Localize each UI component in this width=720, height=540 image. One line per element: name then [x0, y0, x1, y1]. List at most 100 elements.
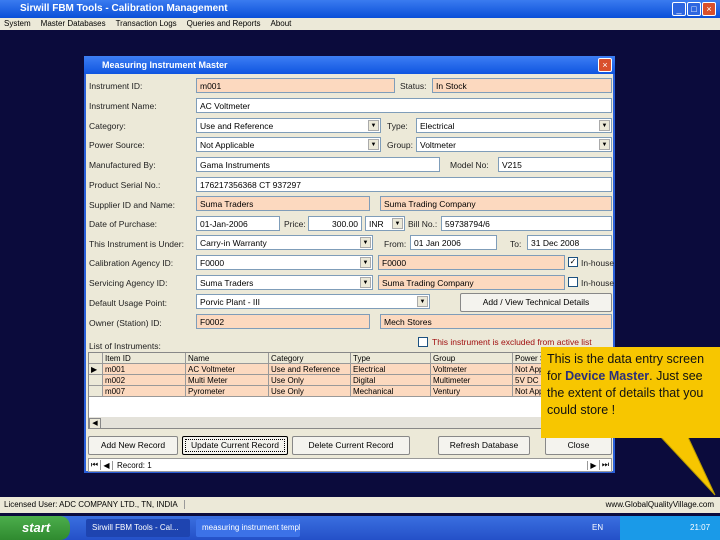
label-servicing-agency: Servicing Agency ID: [89, 278, 168, 288]
minimize-button[interactable]: _ [672, 2, 686, 16]
license-text: Licensed User: ADC COMPANY LTD., TN, IND… [4, 500, 185, 509]
cell: m002 [103, 375, 186, 386]
group-select[interactable]: Voltmeter ▼ [416, 137, 612, 152]
menu-queries-reports[interactable]: Queries and Reports [187, 19, 261, 29]
close-window-button[interactable]: × [702, 2, 716, 16]
bill-no-input[interactable]: 59738794/6 [441, 216, 612, 231]
supplier-id-input[interactable]: Suma Traders [196, 196, 370, 211]
supplier-name-input[interactable]: Suma Trading Company [380, 196, 612, 211]
dialog-close-button[interactable]: × [598, 58, 612, 72]
col-group[interactable]: Group [431, 353, 513, 364]
calibration-inhouse-checkbox[interactable]: ✓ [568, 257, 578, 267]
col-item-id[interactable]: Item ID [103, 353, 186, 364]
chevron-down-icon[interactable]: ▼ [599, 139, 610, 150]
table-row[interactable]: m007 Pyrometer Use Only Mechanical Ventu… [89, 386, 611, 397]
currency-select[interactable]: INR ▼ [365, 216, 405, 231]
cell: Ventury [431, 386, 513, 397]
callout-bold: Device Master [565, 369, 650, 383]
row-selector-icon[interactable]: ▶ [89, 364, 103, 375]
servicing-agency-select[interactable]: Suma Traders ▼ [196, 275, 373, 290]
cell: m007 [103, 386, 186, 397]
table-row[interactable]: m002 Multi Meter Use Only Digital Multim… [89, 375, 611, 386]
cell: Multimeter [431, 375, 513, 386]
label-instrument-name: Instrument Name: [89, 101, 157, 111]
label-instrument-id: Instrument ID: [89, 81, 143, 91]
language-indicator[interactable]: EN [592, 523, 603, 532]
type-select[interactable]: Electrical ▼ [416, 118, 612, 133]
taskbar: start Sirwill FBM Tools - Cal... measuri… [0, 516, 720, 540]
warranty-select[interactable]: Carry-in Warranty ▼ [196, 235, 373, 250]
from-date-input[interactable]: 01 Jan 2006 [410, 235, 497, 250]
cell: Voltmeter [431, 364, 513, 375]
website-text: www.GlobalQualityVillage.com [605, 500, 714, 509]
taskbar-item-sirwill[interactable]: Sirwill FBM Tools - Cal... [86, 519, 190, 537]
col-name[interactable]: Name [186, 353, 269, 364]
menu-system[interactable]: System [4, 19, 31, 29]
power-source-select[interactable]: Not Applicable ▼ [196, 137, 381, 152]
add-new-record-button[interactable]: Add New Record [88, 436, 178, 455]
menu-transaction-logs[interactable]: Transaction Logs [116, 19, 177, 29]
owner-name-input[interactable]: Mech Stores [380, 314, 612, 329]
chevron-down-icon[interactable]: ▼ [417, 296, 428, 307]
calibration-agency-name: F0000 [378, 255, 565, 270]
label-owner: Owner (Station) ID: [89, 318, 162, 328]
instrument-name-input[interactable]: AC Voltmeter [196, 98, 612, 113]
label-under: This Instrument is Under: [89, 239, 184, 249]
maximize-button[interactable]: □ [687, 2, 701, 16]
chevron-down-icon[interactable]: ▼ [599, 120, 610, 131]
menu-master-databases[interactable]: Master Databases [41, 19, 106, 29]
servicing-agency-name: Suma Trading Company [378, 275, 565, 290]
label-type: Type: [387, 121, 408, 131]
calibration-inhouse-label: In-house [581, 258, 615, 268]
category-select[interactable]: Use and Reference ▼ [196, 118, 381, 133]
owner-id-input[interactable]: F0002 [196, 314, 370, 329]
chevron-down-icon[interactable]: ▼ [368, 139, 379, 150]
start-button[interactable]: start [0, 516, 70, 540]
default-usage-select[interactable]: Porvic Plant - III ▼ [196, 294, 430, 309]
date-of-purchase-input[interactable]: 01-Jan-2006 [196, 216, 280, 231]
chevron-down-icon[interactable]: ▼ [360, 277, 371, 288]
menu-about[interactable]: About [271, 19, 292, 29]
technical-details-button[interactable]: Add / View Technical Details [460, 293, 612, 312]
model-no-input[interactable]: V215 [498, 157, 612, 172]
delete-record-button[interactable]: Delete Current Record [292, 436, 410, 455]
serial-no-input[interactable]: 176217356368 CT 937297 [196, 177, 612, 192]
cell: Use Only [269, 386, 351, 397]
default-usage-value: Porvic Plant - III [200, 297, 260, 307]
label-model-no: Model No: [450, 160, 489, 170]
refresh-database-button[interactable]: Refresh Database [438, 436, 530, 455]
chevron-down-icon[interactable]: ▼ [392, 218, 403, 229]
instrument-id-input[interactable]: m001 [196, 78, 395, 93]
chevron-down-icon[interactable]: ▼ [360, 237, 371, 248]
horizontal-scrollbar[interactable]: ◀ [89, 417, 611, 428]
calibration-agency-select[interactable]: F0000 ▼ [196, 255, 373, 270]
taskbar-item-template[interactable]: measuring instrument template... [196, 519, 300, 537]
col-type[interactable]: Type [351, 353, 431, 364]
status-input[interactable]: In Stock [432, 78, 612, 93]
label-category: Category: [89, 121, 126, 131]
label-bill-no: Bill No.: [408, 219, 438, 229]
instrument-grid: Item ID Name Category Type Group Power S… [88, 352, 612, 429]
to-date-input[interactable]: 31 Dec 2008 [527, 235, 612, 250]
callout-note: This is the data entry screen for Device… [541, 347, 720, 438]
power-source-value: Not Applicable [200, 140, 255, 150]
table-row[interactable]: ▶ m001 AC Voltmeter Use and Reference El… [89, 364, 611, 375]
exclude-checkbox[interactable] [418, 337, 428, 347]
update-record-button[interactable]: Update Current Record [182, 436, 288, 455]
prev-record-icon[interactable]: ◀ [101, 460, 113, 470]
label-power-source: Power Source: [89, 140, 145, 150]
first-record-icon[interactable]: ⏮ [89, 460, 101, 470]
manufactured-by-input[interactable]: Gama Instruments [196, 157, 440, 172]
col-category[interactable]: Category [269, 353, 351, 364]
label-calibration-agency: Calibration Agency ID: [89, 258, 174, 268]
label-to: To: [510, 239, 522, 249]
dialog-title: Measuring Instrument Master [84, 56, 615, 74]
grid-header: Item ID Name Category Type Group Power S [89, 353, 611, 364]
scroll-left-icon[interactable]: ◀ [89, 418, 101, 428]
chevron-down-icon[interactable]: ▼ [368, 120, 379, 131]
price-input[interactable]: 300.00 [308, 216, 362, 231]
label-supplier: Supplier ID and Name: [89, 200, 175, 210]
chevron-down-icon[interactable]: ▼ [360, 257, 371, 268]
record-navigator: ⏮ ◀ Record: 1 ▶ ⏭ [88, 458, 612, 472]
servicing-inhouse-checkbox[interactable] [568, 277, 578, 287]
